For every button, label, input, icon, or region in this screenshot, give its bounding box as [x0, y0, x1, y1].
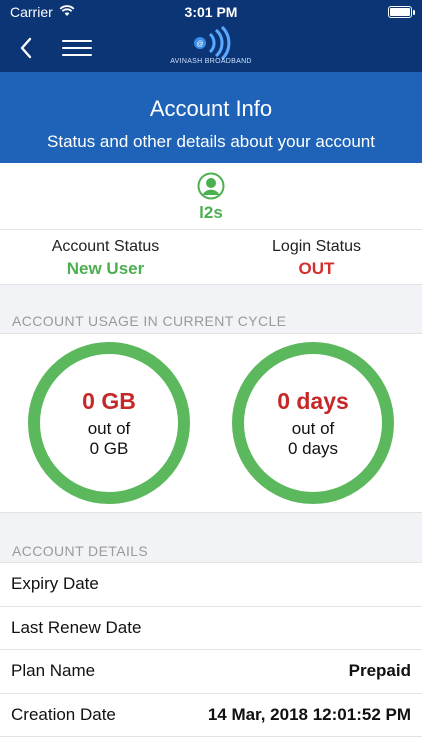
detail-label: Plan Name	[11, 661, 96, 681]
detail-value: Prepaid	[348, 661, 411, 681]
battery-icon	[388, 6, 415, 18]
data-total: 0 GB	[89, 438, 129, 458]
days-total: 0 days	[287, 438, 339, 458]
status-bar: Carrier 3:01 PM	[0, 0, 422, 24]
menu-line	[62, 54, 92, 56]
menu-line	[62, 47, 92, 49]
account-status-label: Account Status	[51, 238, 160, 255]
detail-label: Last Renew Date	[11, 617, 142, 637]
usage-row: 0 GB out of 0 GB 0 days out of 0 days	[0, 334, 422, 513]
logo-text: AVINASH BROADBAND	[170, 58, 252, 65]
svg-text:@: @	[196, 41, 203, 48]
menu-line	[62, 40, 92, 42]
username: l2s	[199, 203, 223, 222]
page-title: Account Info	[149, 96, 273, 121]
data-used: 0 GB	[82, 387, 136, 414]
account-status: Account Status New User	[0, 230, 211, 284]
page-subtitle: Status and other details about your acco…	[47, 132, 375, 151]
details-section-header: ACCOUNT DETAILS	[0, 513, 422, 563]
chevron-left-icon	[20, 37, 32, 59]
wifi-signal-logo-icon: @	[194, 26, 231, 60]
usage-section-header: ACCOUNT USAGE IN CURRENT CYCLE	[0, 285, 422, 334]
login-status-label: Login Status	[272, 238, 361, 255]
status-row: Account Status New User Login Status OUT	[0, 230, 422, 285]
user-avatar-icon	[197, 172, 225, 200]
detail-row-last-renew-date: Last Renew Date	[0, 607, 422, 650]
login-status-value: OUT	[298, 259, 335, 278]
nav-row: @ AVINASH BROADBAND	[0, 24, 422, 72]
detail-label: Creation Date	[11, 704, 116, 724]
wifi-icon	[59, 4, 75, 20]
status-left: Carrier	[10, 4, 75, 20]
detail-row-expiry-date: Expiry Date	[0, 563, 422, 607]
hamburger-menu-button[interactable]	[62, 36, 92, 60]
detail-row-plan-name: Plan Name Prepaid	[0, 650, 422, 694]
days-used: 0 days	[277, 387, 349, 414]
user-block: l2s	[0, 163, 422, 230]
data-usage-ring: 0 GB out of 0 GB	[28, 342, 190, 504]
detail-row-creation-date: Creation Date 14 Mar, 2018 12:01:52 PM	[0, 694, 422, 737]
carrier-label: Carrier	[10, 4, 53, 20]
detail-label: Expiry Date	[11, 574, 99, 594]
back-button[interactable]	[14, 36, 38, 60]
account-status-value: New User	[66, 259, 145, 278]
login-status: Login Status OUT	[211, 230, 422, 284]
top-bar: Carrier 3:01 PM @ AVINASH BROADBAND	[0, 0, 422, 72]
detail-value: 14 Mar, 2018 12:01:52 PM	[207, 704, 411, 724]
brand-logo: @ AVINASH BROADBAND	[166, 26, 256, 70]
days-out-of: out of	[291, 418, 335, 438]
data-out-of: out of	[87, 418, 131, 438]
days-usage-ring: 0 days out of 0 days	[232, 342, 394, 504]
header-banner: Account Info Status and other details ab…	[0, 72, 422, 163]
